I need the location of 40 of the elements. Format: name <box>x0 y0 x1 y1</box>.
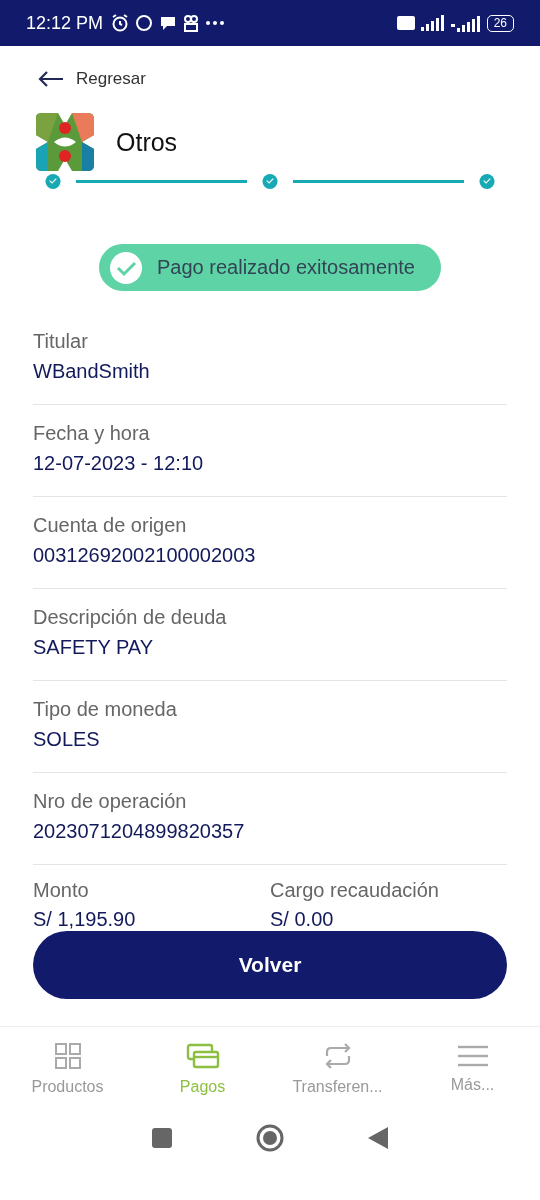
alarm-icon <box>111 14 130 32</box>
status-time: 12:12 PM <box>26 12 104 34</box>
field-value: 00312692002100002003 <box>33 544 257 567</box>
back-icon[interactable] <box>368 1127 388 1149</box>
battery-level: 26 <box>486 14 514 32</box>
nav-tab[interactable]: Más... <box>405 1027 540 1111</box>
back-arrow-icon[interactable] <box>38 71 64 87</box>
message-icon <box>159 15 178 31</box>
field-label: Titular <box>33 330 89 353</box>
page-title: Otros <box>116 127 178 157</box>
field-label: Cuenta de origen <box>33 514 188 537</box>
field-value: 12-07-2023 - 12:10 <box>33 452 205 475</box>
menu-icon <box>456 1044 489 1068</box>
success-message: Pago realizado exitosamente <box>157 256 415 279</box>
nav-tab[interactable]: Pagos <box>135 1027 270 1111</box>
back-button[interactable]: Volver <box>33 931 507 999</box>
field-value: 2023071204899820357 <box>33 820 246 843</box>
signal-icon <box>450 14 481 32</box>
camera-icon <box>183 14 200 32</box>
nav-tab[interactable]: Productos <box>0 1027 135 1111</box>
field-value: S/ 1,195.90 <box>33 908 137 931</box>
field-value: SOLES <box>33 728 101 751</box>
field-value: SAFETY PAY <box>33 636 155 659</box>
nav-tab[interactable]: Transferen... <box>270 1027 405 1111</box>
field-label: Fecha y hora <box>33 422 151 445</box>
home-icon[interactable] <box>256 1124 284 1152</box>
back-link[interactable]: Regresar <box>76 69 146 89</box>
field-label: Tipo de moneda <box>33 698 178 721</box>
more-icon <box>205 20 226 26</box>
logo-icon <box>36 113 94 171</box>
field-label: Cargo recaudación <box>270 879 440 902</box>
field-label: Descripción de deuda <box>33 606 228 629</box>
field-label: Nro de operación <box>33 790 188 813</box>
signal-icon <box>420 15 445 31</box>
field-value: S/ 0.00 <box>270 908 335 931</box>
cards-icon <box>185 1042 220 1070</box>
grid-icon <box>53 1042 82 1070</box>
check-icon <box>109 250 143 285</box>
field-value: WBandSmith <box>33 360 151 383</box>
field-label: Monto <box>33 879 90 902</box>
